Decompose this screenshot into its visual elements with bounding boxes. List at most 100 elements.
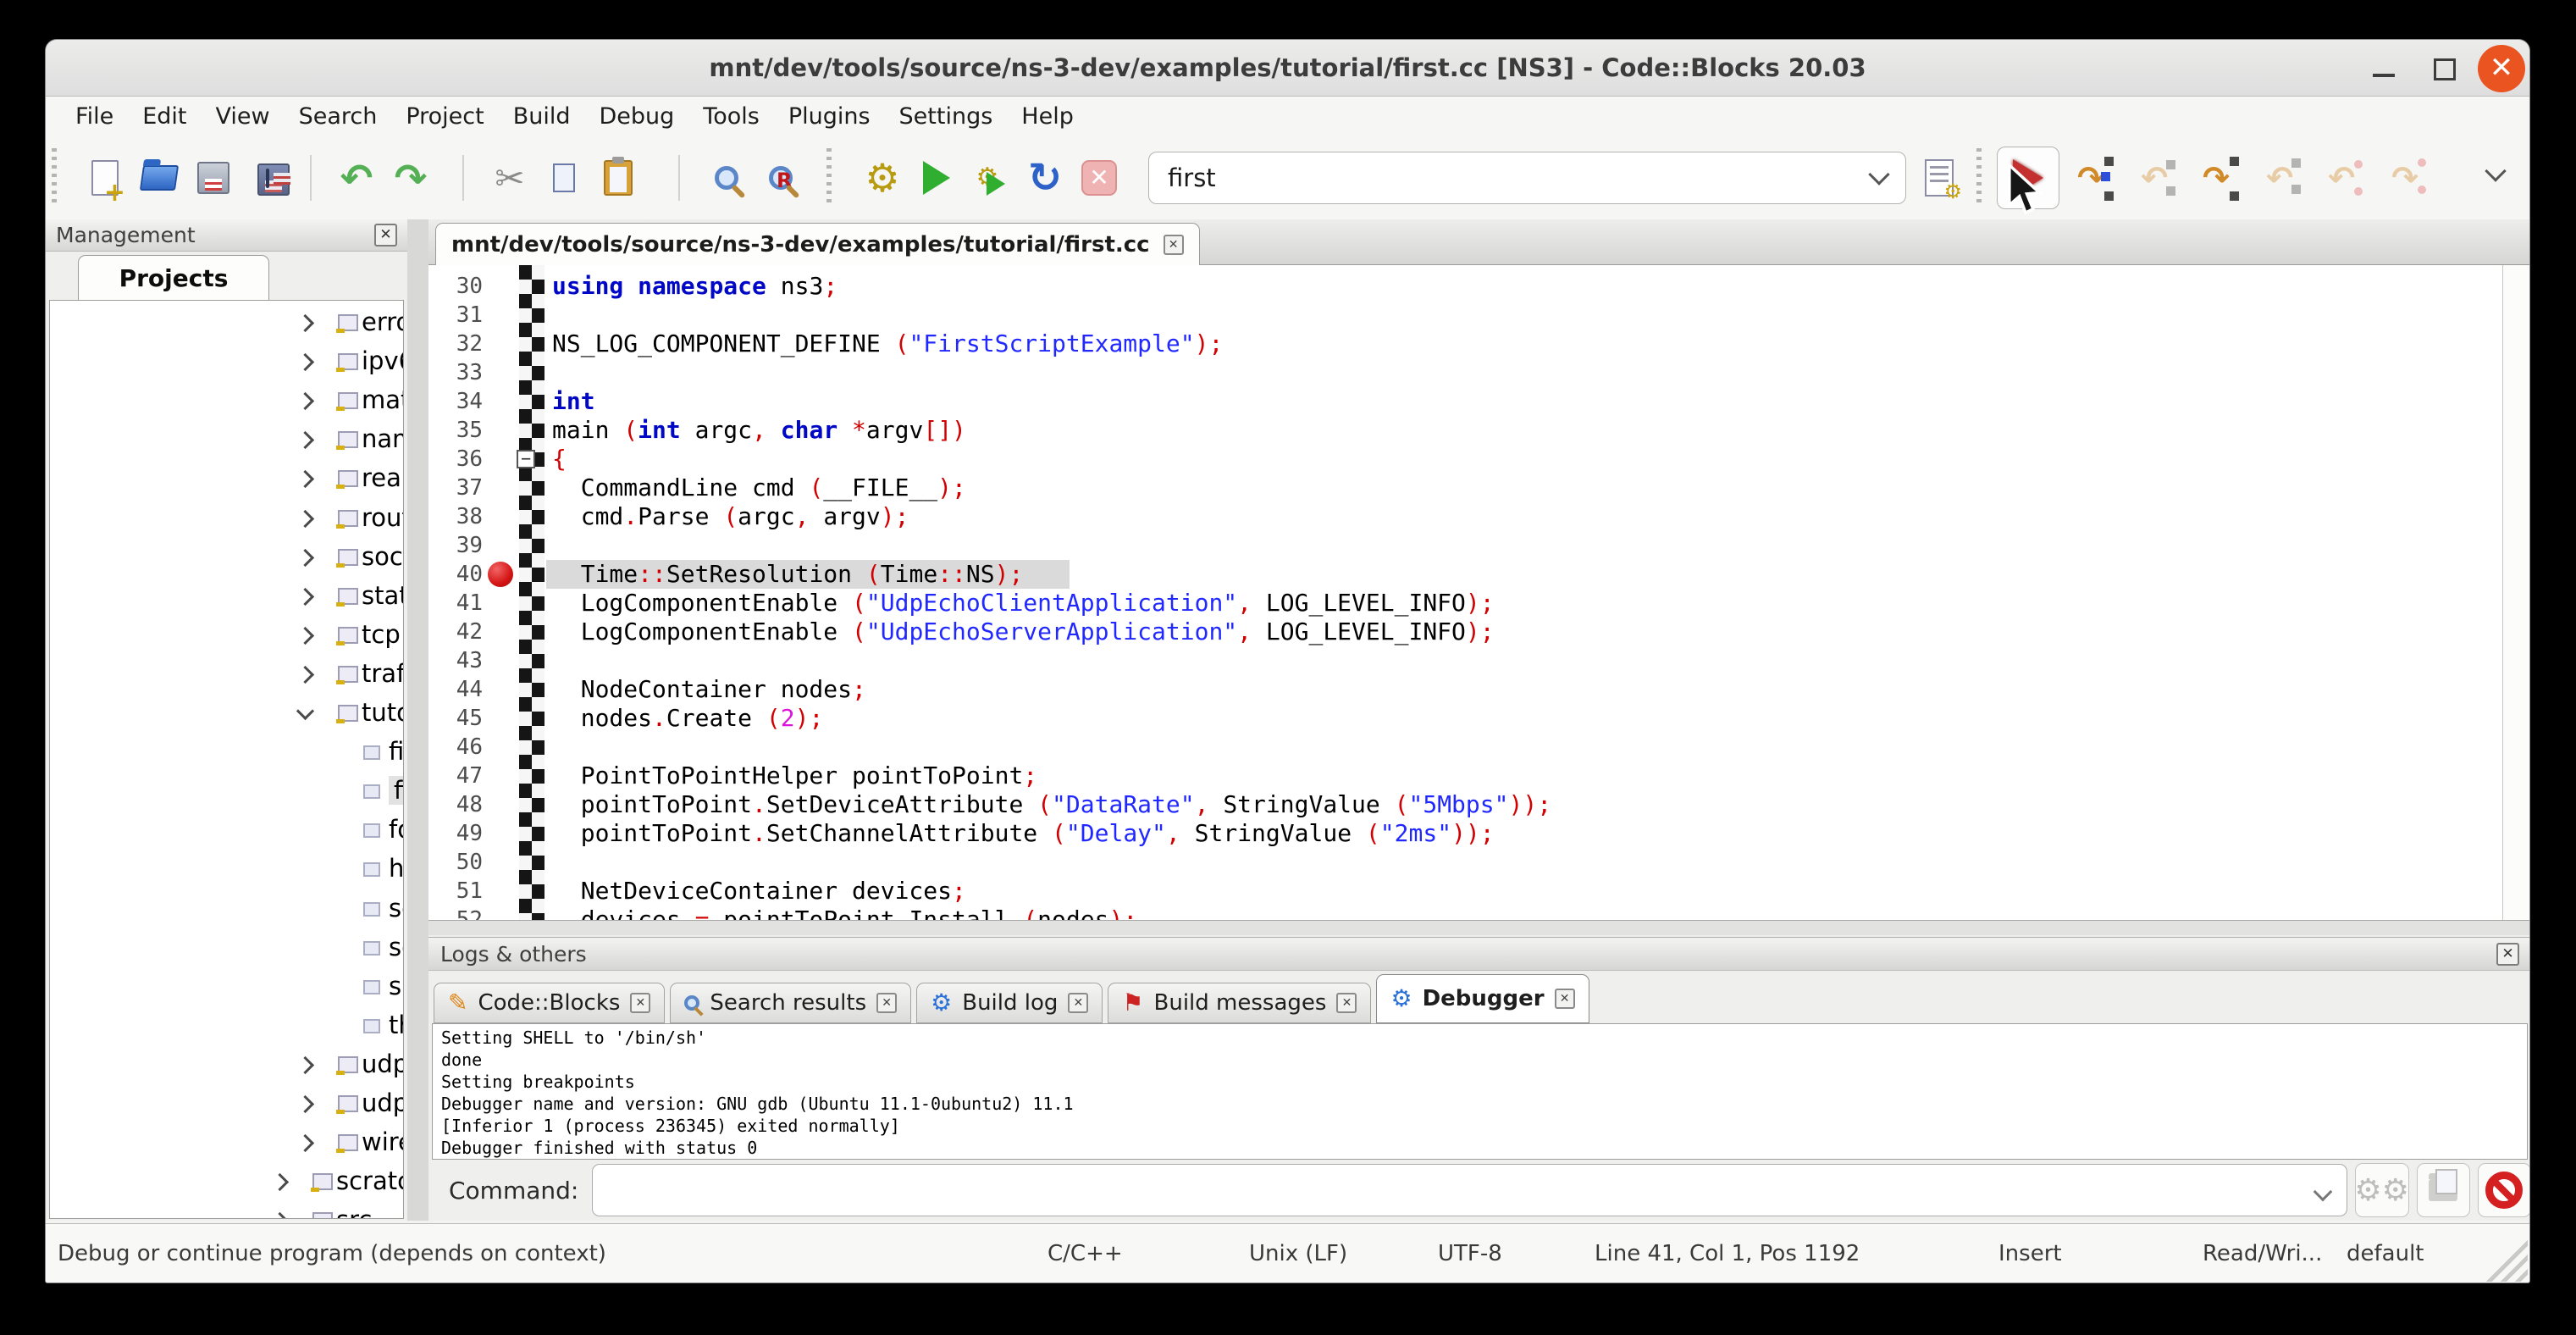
- editor-vertical-scrollbar[interactable]: [2502, 265, 2530, 920]
- log-tab-build-messages[interactable]: ⚑Build messages✕: [1108, 983, 1371, 1023]
- code-line-31[interactable]: 31: [428, 301, 2502, 330]
- log-tab-close-icon[interactable]: ✕: [876, 993, 897, 1013]
- next-line-button[interactable]: ↶: [2130, 153, 2179, 202]
- tree-item-he[interactable]: he: [50, 850, 404, 889]
- code-line-41[interactable]: 41 LogComponentEnable ("UdpEchoClientApp…: [428, 589, 2502, 618]
- menu-project[interactable]: Project: [391, 103, 498, 130]
- resize-grip[interactable]: [2485, 1239, 2528, 1282]
- tree-item-mat[interactable]: mat: [50, 382, 404, 421]
- tree-chevron-icon[interactable]: [296, 627, 314, 645]
- tree-item-erro[interactable]: erro: [50, 304, 404, 343]
- save-button[interactable]: [189, 153, 238, 202]
- breakpoint-icon[interactable]: [488, 562, 513, 587]
- run-to-cursor-button[interactable]: ↷: [2066, 153, 2115, 202]
- copy-button[interactable]: [539, 153, 589, 202]
- tree-item-se[interactable]: se: [50, 890, 404, 929]
- menu-search[interactable]: Search: [285, 103, 392, 130]
- next-instruction-button[interactable]: ↶: [2317, 153, 2366, 202]
- stop-debugger-button[interactable]: [2478, 1163, 2530, 1217]
- code-line-45[interactable]: 45 nodes.Create (2);: [428, 704, 2502, 733]
- minimize-icon[interactable]: [2373, 74, 2395, 77]
- command-input[interactable]: [601, 1166, 2312, 1212]
- tree-chevron-icon[interactable]: [296, 353, 314, 371]
- paste-button[interactable]: [594, 153, 643, 202]
- undo-button[interactable]: ↶: [332, 153, 381, 202]
- menu-edit[interactable]: Edit: [128, 103, 201, 130]
- tree-chevron-icon[interactable]: [296, 470, 314, 488]
- code-line-52[interactable]: 52 devices = pointToPoint.Install (nodes…: [428, 906, 2502, 920]
- code-editor[interactable]: 30using namespace ns3;3132NS_LOG_COMPONE…: [428, 265, 2502, 920]
- tab-projects[interactable]: Projects: [78, 255, 269, 301]
- toolbar-grip[interactable]: [826, 148, 832, 208]
- rebuild-button[interactable]: ↻: [1020, 153, 1070, 202]
- code-line-33[interactable]: 33: [428, 358, 2502, 387]
- step-into-instruction-button[interactable]: ↷: [2380, 153, 2430, 202]
- tree-chevron-icon[interactable]: [296, 431, 314, 449]
- run-button[interactable]: [912, 153, 961, 202]
- tree-item-six[interactable]: six: [50, 968, 404, 1007]
- cut-button[interactable]: ✂: [485, 153, 534, 202]
- menu-debug[interactable]: Debug: [585, 103, 689, 130]
- panel-splitter[interactable]: [407, 219, 428, 1221]
- editor-horizontal-scrollbar[interactable]: [428, 920, 2530, 935]
- close-icon[interactable]: ✕: [2478, 45, 2525, 92]
- tree-item-udp[interactable]: udp: [50, 1046, 404, 1085]
- log-tab-code-blocks[interactable]: ✎Code::Blocks✕: [434, 983, 665, 1023]
- maximize-icon[interactable]: [2434, 58, 2456, 80]
- build-target-select[interactable]: first: [1148, 152, 1906, 204]
- tree-chevron-icon[interactable]: [296, 1056, 314, 1074]
- log-tab-debugger[interactable]: ⚙Debugger✕: [1376, 974, 1589, 1023]
- code-line-46[interactable]: 46: [428, 733, 2502, 762]
- tree-item-fir[interactable]: fir: [50, 773, 404, 812]
- code-line-35[interactable]: 35main (int argc, char *argv[]): [428, 416, 2502, 445]
- replace-button[interactable]: R: [756, 153, 805, 202]
- code-line-38[interactable]: 38 cmd.Parse (argc, argv);: [428, 502, 2502, 531]
- code-line-42[interactable]: 42 LogComponentEnable ("UdpEchoServerApp…: [428, 618, 2502, 646]
- toolbar-grip[interactable]: [1976, 148, 1982, 208]
- log-tab-close-icon[interactable]: ✕: [1336, 993, 1357, 1013]
- tree-item-rout[interactable]: rout: [50, 500, 404, 539]
- tree-item-stat[interactable]: stat: [50, 578, 404, 617]
- abort-button[interactable]: ✕: [1075, 153, 1124, 202]
- log-tab-close-icon[interactable]: ✕: [1068, 993, 1088, 1013]
- code-line-36[interactable]: 36−{: [428, 445, 2502, 474]
- various-info-button[interactable]: [2417, 1163, 2470, 1217]
- toolbar-overflow-chevron-icon[interactable]: [2485, 160, 2506, 181]
- code-line-43[interactable]: 43: [428, 646, 2502, 675]
- tree-item-reall[interactable]: reall: [50, 460, 404, 499]
- tree-item-fif[interactable]: fif: [50, 734, 404, 773]
- tree-item-scratcl[interactable]: scratcl: [50, 1163, 404, 1202]
- title-bar[interactable]: mnt/dev/tools/source/ns-3-dev/examples/t…: [46, 40, 2529, 97]
- tree-chevron-icon[interactable]: [296, 314, 314, 332]
- editor-tab-first-cc[interactable]: mnt/dev/tools/source/ns-3-dev/examples/t…: [435, 223, 1200, 266]
- tree-item-ipv6[interactable]: ipv6: [50, 343, 404, 382]
- code-line-40[interactable]: 40 Time::SetResolution (Time::NS);: [428, 560, 2502, 589]
- tree-chevron-icon[interactable]: [296, 548, 314, 566]
- tree-chevron-icon[interactable]: [296, 1134, 314, 1152]
- log-tab-build-log[interactable]: ⚙Build log✕: [916, 983, 1103, 1023]
- code-line-30[interactable]: 30using namespace ns3;: [428, 272, 2502, 301]
- debugging-windows-button[interactable]: ⚙⚙: [2355, 1163, 2409, 1217]
- tree-item-udp-[interactable]: udp-: [50, 1085, 404, 1124]
- menu-plugins[interactable]: Plugins: [774, 103, 885, 130]
- tree-item-th[interactable]: th: [50, 1007, 404, 1046]
- find-button[interactable]: [702, 153, 751, 202]
- tree-chevron-icon[interactable]: [296, 1095, 314, 1113]
- tree-item-sock[interactable]: sock: [50, 539, 404, 578]
- management-close-icon[interactable]: ✕: [374, 224, 397, 247]
- tree-chevron-icon[interactable]: [271, 1173, 289, 1191]
- code-line-49[interactable]: 49 pointToPoint.SetChannelAttribute ("De…: [428, 819, 2502, 848]
- debugger-log-output[interactable]: Setting SHELL to '/bin/sh'doneSetting br…: [432, 1023, 2528, 1160]
- log-tab-close-icon[interactable]: ✕: [630, 993, 650, 1013]
- code-line-50[interactable]: 50: [428, 848, 2502, 877]
- code-line-34[interactable]: 34int: [428, 387, 2502, 416]
- tree-item-tcp[interactable]: tcp: [50, 617, 404, 656]
- code-line-51[interactable]: 51 NetDeviceContainer devices;: [428, 877, 2502, 906]
- target-options-button[interactable]: ⚙: [1915, 153, 1964, 202]
- command-chevron-icon[interactable]: [2313, 1183, 2332, 1202]
- tree-chevron-icon[interactable]: [296, 588, 314, 606]
- tree-item-se[interactable]: se: [50, 929, 404, 968]
- build-and-run-button[interactable]: ⚙: [966, 153, 1015, 202]
- toolbar-grip[interactable]: [52, 148, 57, 208]
- editor-tab-close-icon[interactable]: ✕: [1164, 235, 1184, 255]
